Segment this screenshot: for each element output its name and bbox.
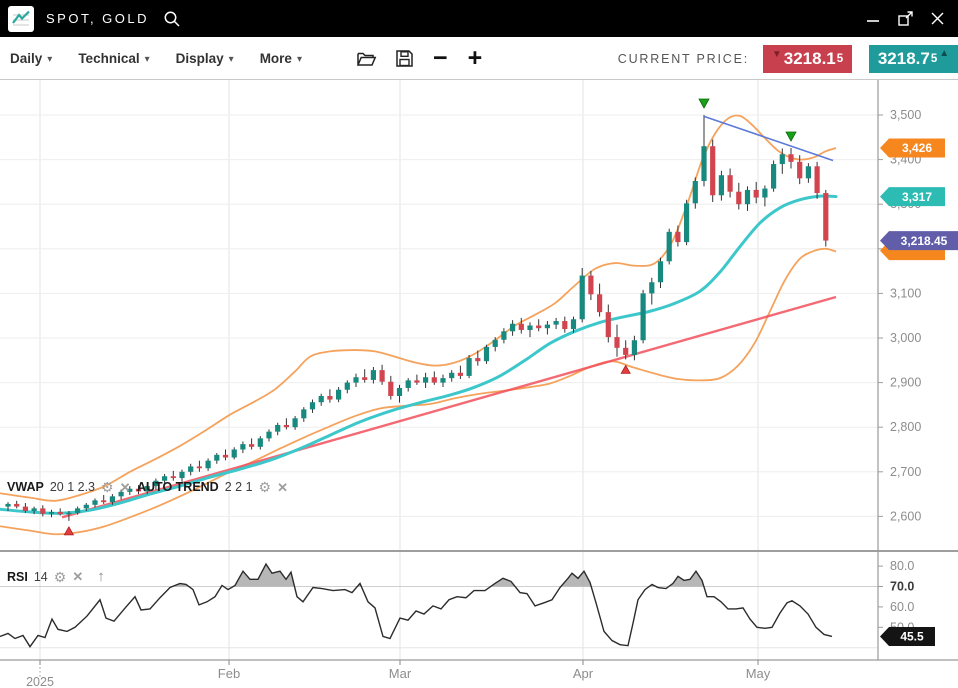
svg-text:3,218.45: 3,218.45 (901, 234, 948, 248)
svg-text:Feb: Feb (218, 666, 240, 681)
menu-technical[interactable]: Technical ▾ (78, 51, 149, 66)
svg-text:May: May (746, 666, 771, 681)
trendline-resistance (704, 116, 833, 160)
ask-price: 3218.7 (878, 49, 930, 69)
svg-text:45.5: 45.5 (900, 630, 924, 644)
indicator-name: AUTO TREND (137, 480, 219, 494)
move-pane-up-icon[interactable]: ↑ (97, 569, 105, 584)
menu-display[interactable]: Display ▾ (176, 51, 234, 66)
svg-text:2,600: 2,600 (890, 509, 921, 523)
trading-app-window: SPOT, GOLD Daily (0, 0, 958, 688)
svg-text:2,700: 2,700 (890, 465, 921, 479)
svg-text:2,800: 2,800 (890, 420, 921, 434)
price-down-icon: ▼ (772, 49, 782, 60)
indicator-name: VWAP (7, 480, 44, 494)
indicator-params: 14 (34, 570, 48, 584)
gear-icon[interactable]: ⚙ (101, 480, 114, 494)
bid-pip: 5 (837, 53, 843, 65)
close-button[interactable] (924, 6, 950, 32)
svg-text:3,500: 3,500 (890, 108, 921, 122)
indicator-params: 2 2 1 (225, 480, 253, 494)
zoom-out-button[interactable]: − (433, 46, 448, 71)
popout-window-button[interactable] (892, 6, 918, 32)
indicator-chip-auto-trend: AUTO TREND 2 2 1 ⚙ ✕ (137, 480, 288, 494)
svg-text:2,900: 2,900 (890, 376, 921, 390)
chevron-down-icon: ▾ (47, 52, 52, 65)
bid-price-badge: ▼ 3218.1 5 (763, 45, 852, 73)
chevron-down-icon: ▾ (145, 52, 150, 65)
menu-timeframe[interactable]: Daily ▾ (10, 51, 52, 66)
svg-text:3,317: 3,317 (902, 190, 932, 204)
svg-text:Mar: Mar (389, 666, 412, 681)
svg-text:60.0: 60.0 (890, 600, 914, 614)
ask-pip: 5 (931, 53, 937, 65)
grid (0, 80, 878, 660)
candlestick-series (5, 115, 828, 521)
remove-indicator-icon[interactable]: ✕ (72, 570, 83, 583)
app-logo-icon (8, 6, 34, 32)
current-price-label: CURRENT PRICE: (618, 52, 749, 66)
ask-price-badge: 3218.7 5 ▲ (869, 45, 958, 73)
zoom-in-button[interactable]: + (468, 46, 483, 71)
bid-price: 3218.1 (784, 49, 836, 69)
trade-signals (64, 99, 796, 535)
svg-text:70.0: 70.0 (890, 580, 914, 594)
open-folder-icon[interactable] (356, 49, 377, 68)
remove-indicator-icon[interactable]: ✕ (277, 481, 288, 494)
indicator-name: RSI (7, 570, 28, 584)
menu-more[interactable]: More ▾ (260, 51, 302, 66)
buy-arrow-icon (64, 527, 73, 535)
rsi-plot (0, 564, 832, 647)
current-price-cluster: CURRENT PRICE: ▼ 3218.1 5 3218.7 5 ▲ (618, 37, 958, 80)
price-chart[interactable]: 3,5003,4003,3003,2003,1003,0002,9002,800… (0, 80, 958, 688)
toolbar: Daily ▾ Technical ▾ Display ▾ More ▾ (0, 37, 958, 80)
svg-text:3,100: 3,100 (890, 286, 921, 300)
svg-text:Apr: Apr (573, 666, 594, 681)
indicator-params: 20 1 2.3 (50, 480, 95, 494)
vwap-line (0, 196, 836, 513)
svg-text:3,426: 3,426 (902, 141, 932, 155)
indicator-chip-vwap: VWAP 20 1 2.3 ⚙ ✕ (7, 480, 130, 494)
price-up-icon: ▲ (939, 48, 949, 59)
chevron-down-icon: ▾ (297, 52, 302, 65)
gear-icon[interactable]: ⚙ (54, 570, 67, 584)
save-icon[interactable] (395, 49, 414, 68)
sell-arrow-icon (699, 99, 709, 108)
gear-icon[interactable]: ⚙ (259, 480, 272, 494)
title-bar: SPOT, GOLD (0, 0, 958, 37)
sell-arrow-icon (786, 132, 796, 141)
indicator-chip-rsi: RSI 14 ⚙ ✕ ↑ (7, 569, 105, 584)
minimize-button[interactable] (860, 6, 886, 32)
chevron-down-icon: ▾ (229, 52, 234, 65)
remove-indicator-icon[interactable]: ✕ (120, 481, 131, 494)
instrument-title: SPOT, GOLD (46, 11, 149, 26)
svg-text:2025: 2025 (26, 675, 54, 688)
svg-text:3,000: 3,000 (890, 331, 921, 345)
svg-text:80.0: 80.0 (890, 559, 914, 573)
search-icon[interactable] (163, 10, 181, 28)
